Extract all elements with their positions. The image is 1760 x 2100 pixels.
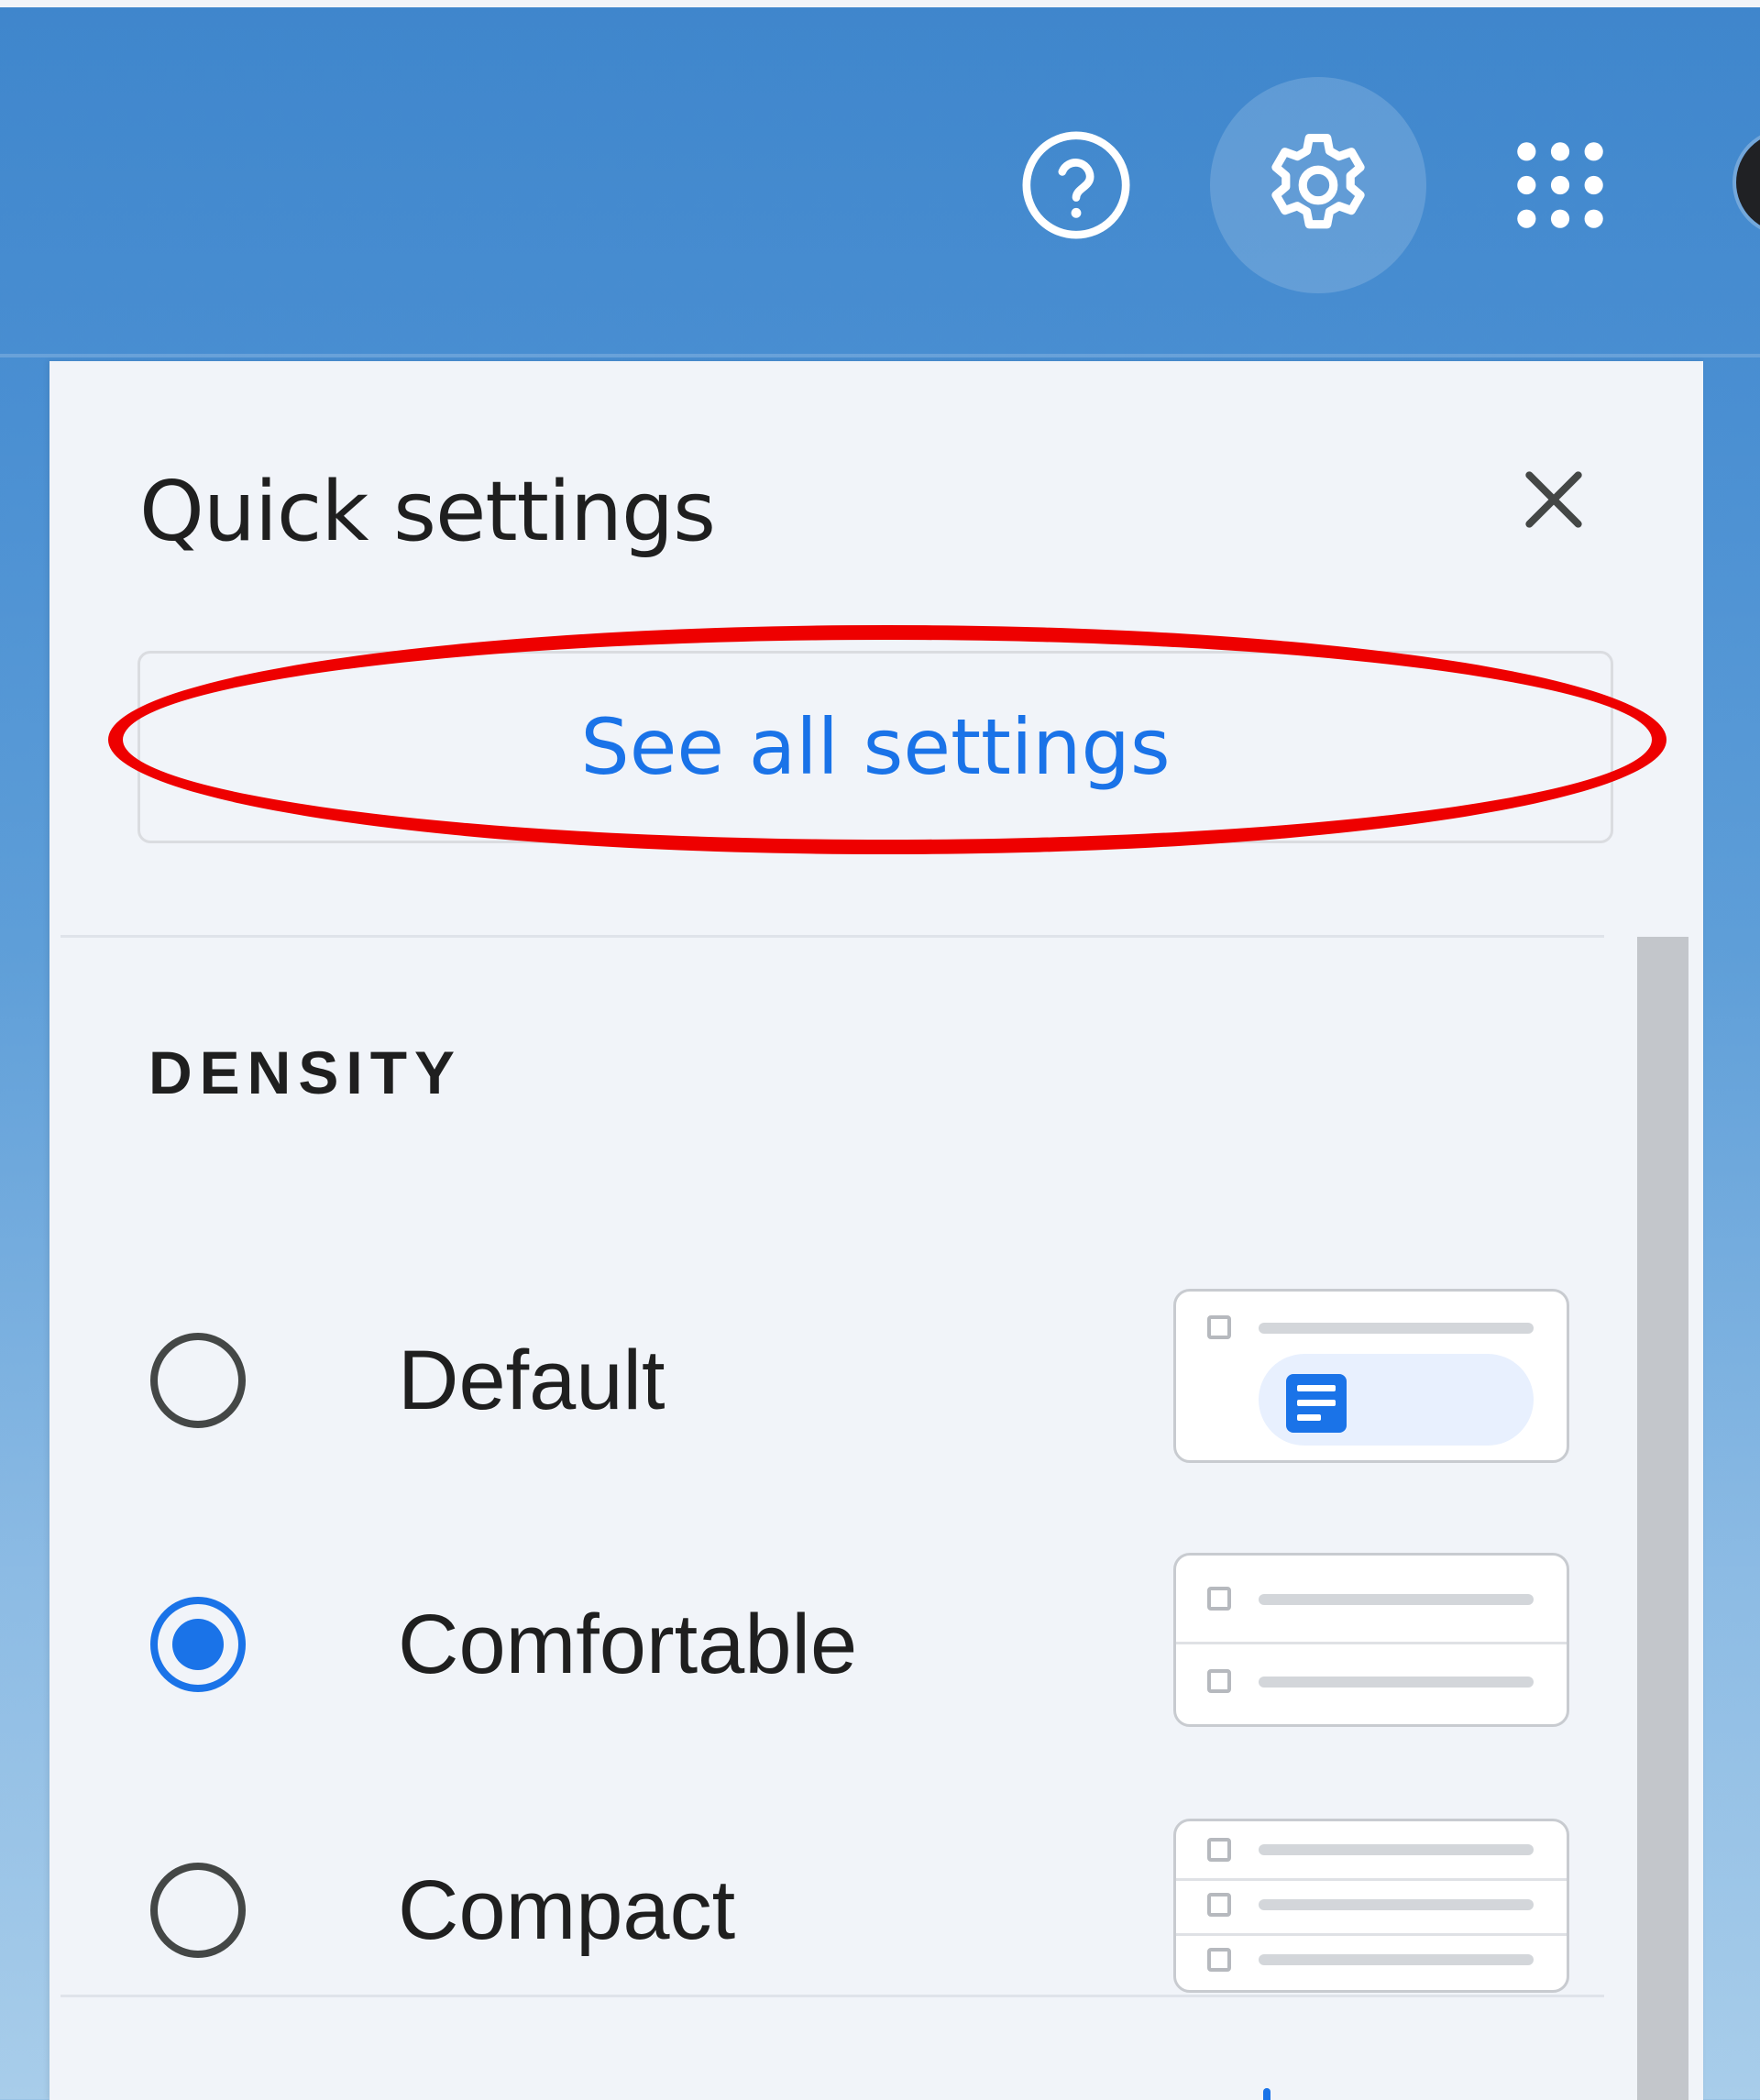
help-button[interactable] xyxy=(968,77,1184,293)
window-top-edge xyxy=(0,0,1760,7)
apps-icon xyxy=(1517,142,1603,228)
partially-visible-icon xyxy=(1263,2088,1270,2100)
preview-line xyxy=(1259,1954,1534,1965)
panel-title: Quick settings xyxy=(139,464,716,560)
density-option-default[interactable]: Default xyxy=(150,1289,1580,1472)
option-label-compact: Compact xyxy=(398,1864,736,1957)
help-icon xyxy=(1022,131,1130,239)
preview-line xyxy=(1259,1323,1534,1334)
preview-line xyxy=(1259,1594,1534,1605)
radio-compact[interactable] xyxy=(150,1863,246,1958)
compact-preview-thumbnail xyxy=(1173,1819,1569,1993)
header-bottom-edge xyxy=(0,354,1760,357)
radio-default[interactable] xyxy=(150,1333,246,1428)
preview-checkbox xyxy=(1207,1587,1231,1611)
divider xyxy=(60,935,1604,938)
see-all-settings-label: See all settings xyxy=(580,702,1171,792)
density-option-compact[interactable]: Compact xyxy=(150,1819,1580,2002)
option-label-comfortable: Comfortable xyxy=(398,1598,858,1691)
preview-line xyxy=(1259,1677,1534,1688)
apps-button[interactable] xyxy=(1452,77,1668,293)
preview-line xyxy=(1259,1899,1534,1910)
settings-icon xyxy=(1271,133,1365,229)
preview-separator xyxy=(1176,1933,1567,1936)
preview-checkbox xyxy=(1207,1893,1231,1917)
close-button[interactable] xyxy=(1503,449,1604,550)
preview-separator xyxy=(1176,1642,1567,1644)
option-label-default: Default xyxy=(398,1334,666,1427)
settings-button[interactable] xyxy=(1210,77,1426,293)
panel-scrollbar-thumb[interactable] xyxy=(1637,937,1688,2100)
close-icon xyxy=(1525,471,1582,528)
account-avatar[interactable] xyxy=(1736,132,1760,233)
radio-comfortable[interactable] xyxy=(150,1597,246,1692)
preview-line xyxy=(1259,1844,1534,1855)
density-heading: DENSITY xyxy=(148,1039,463,1106)
preview-checkbox xyxy=(1207,1948,1231,1972)
default-preview-thumbnail xyxy=(1173,1289,1569,1463)
preview-checkbox xyxy=(1207,1669,1231,1693)
divider xyxy=(60,1995,1604,1997)
document-icon xyxy=(1286,1374,1347,1433)
comfortable-preview-thumbnail xyxy=(1173,1553,1569,1727)
quick-settings-panel: Quick settings See all settings DENSITY … xyxy=(50,361,1703,2100)
density-option-comfortable[interactable]: Comfortable xyxy=(150,1553,1580,1736)
preview-separator xyxy=(1176,1878,1567,1881)
preview-checkbox xyxy=(1207,1838,1231,1862)
preview-checkbox xyxy=(1207,1315,1231,1339)
see-all-settings-button[interactable]: See all settings xyxy=(138,651,1613,843)
